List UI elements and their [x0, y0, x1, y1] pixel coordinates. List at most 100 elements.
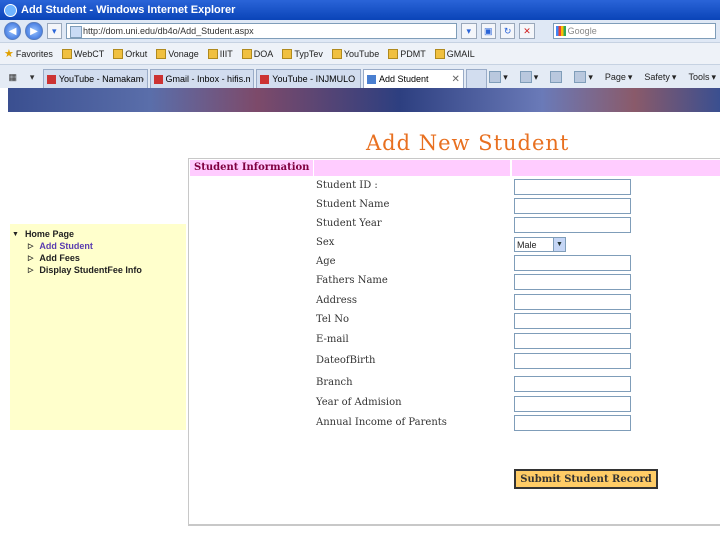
favorite-label: PDMT [400, 48, 426, 59]
tab-label: Add Student [379, 74, 429, 84]
fathers-name-input[interactable] [514, 274, 631, 290]
section-header: Student Information [190, 160, 720, 176]
label-student-year: Student Year [316, 218, 382, 229]
tab-label: YouTube - Namakame ... [58, 74, 144, 84]
tools-menu-label: Tools [688, 72, 710, 82]
home-icon [489, 71, 502, 83]
url-dropdown-icon[interactable]: ▾ [461, 23, 477, 39]
submit-student-record-button[interactable]: Submit Student Record [514, 469, 658, 489]
sidebar-item-add-fees[interactable]: ▷ Add Fees [12, 252, 184, 264]
address-input[interactable] [514, 294, 631, 310]
sidebar-item-label: Home Page [24, 229, 74, 239]
browser-tab-active[interactable]: Add Student ✕ [363, 69, 464, 88]
tab-bar: ▦ ▾ YouTube - Namakame ... Gmail - Inbox… [0, 64, 720, 88]
gmail-icon [153, 74, 163, 84]
favorite-link[interactable]: DOA [241, 48, 274, 59]
mail-button[interactable] [550, 71, 563, 83]
page-title: Add New Student [366, 131, 570, 155]
label-sex: Sex [316, 237, 335, 248]
page-icon [367, 74, 377, 84]
tab-label: Gmail - Inbox - hifis.m... [165, 74, 251, 84]
search-input[interactable]: Google [552, 23, 716, 39]
label-year-of-admission: Year of Admision [316, 397, 402, 408]
age-input[interactable] [514, 255, 631, 271]
favorite-link[interactable]: GMAIL [434, 48, 475, 59]
address-toolbar: ◀ ▶ ▾ http://dom.uni.edu/db4o/Add_Studen… [0, 20, 720, 42]
branch-input[interactable] [514, 376, 631, 392]
quick-tabs-icon[interactable]: ▦ [4, 68, 21, 86]
bookmark-icon [61, 48, 72, 59]
favorite-link[interactable]: YouTube [331, 48, 379, 59]
label-branch: Branch [316, 377, 353, 388]
star-icon: ★ [4, 47, 14, 60]
student-id-input[interactable] [514, 179, 631, 195]
sidebar-item-label: Add Fees [39, 253, 80, 263]
back-icon[interactable]: ◀ [4, 22, 22, 40]
label-address: Address [316, 295, 357, 306]
bullet-arrow-icon: ▷ [28, 243, 34, 250]
new-tab-button[interactable] [465, 69, 488, 88]
favorite-label: DOA [253, 48, 274, 59]
ie-logo-icon [4, 3, 17, 17]
tools-menu[interactable]: Tools ▾ [688, 72, 716, 83]
favorites-label: Favorites [15, 48, 53, 59]
page-menu[interactable]: Page ▾ [605, 72, 633, 83]
recent-pages-dropdown-icon[interactable]: ▾ [46, 23, 63, 39]
favorite-link[interactable]: Vonage [156, 48, 199, 59]
bookmark-icon [113, 48, 124, 59]
label-age: Age [316, 256, 336, 267]
student-year-input[interactable] [514, 217, 631, 233]
tel-no-input[interactable] [514, 313, 631, 329]
forward-icon[interactable]: ▶ [25, 22, 43, 40]
favorite-link[interactable]: Orkut [113, 48, 147, 59]
chevron-down-icon[interactable]: ▼ [553, 238, 565, 251]
mail-icon [550, 71, 563, 83]
sidebar-menu: ▼ Home Page ▷ Add Student ▷ Add Fees ▷ D… [10, 224, 186, 430]
feeds-button[interactable]: ▾ [519, 71, 538, 83]
favorites-button[interactable]: ★ Favorites [4, 47, 53, 60]
favorite-label: WebCT [73, 48, 105, 59]
label-student-name: Student Name [316, 199, 390, 210]
student-form-panel: Student Information Student ID : Student… [188, 158, 720, 526]
favorites-bar: ★ Favorites WebCT Orkut Vonage IIIT DOA … [0, 42, 720, 64]
email-input[interactable] [514, 333, 631, 349]
stop-icon[interactable]: ✕ [519, 23, 535, 39]
sidebar-item-display-fee-info[interactable]: ▷ Display StudentFee Info [12, 264, 184, 276]
year-of-admission-input[interactable] [514, 396, 631, 412]
sidebar-item-add-student[interactable]: ▷ Add Student [12, 240, 184, 252]
favorite-link[interactable]: PDMT [388, 48, 426, 59]
safety-menu-label: Safety [644, 72, 670, 82]
sidebar-item-home[interactable]: ▼ Home Page [12, 228, 184, 240]
tab-list-dropdown-icon[interactable]: ▾ [23, 68, 40, 86]
favorite-link[interactable]: IIIT [207, 48, 233, 59]
browser-tab[interactable]: Gmail - Inbox - hifis.m... [149, 69, 255, 88]
sex-selected-value: Male [517, 239, 537, 250]
home-button[interactable]: ▾ [489, 71, 508, 83]
bookmark-icon [388, 48, 399, 59]
sidebar-item-label: Display StudentFee Info [39, 265, 142, 275]
label-date-of-birth: DateofBirth [316, 355, 376, 366]
sex-select[interactable]: Male ▼ [514, 237, 566, 252]
page-menu-label: Page [604, 72, 626, 82]
section-title: Student Information [190, 160, 314, 176]
label-tel-no: Tel No [316, 314, 349, 325]
favorite-link[interactable]: WebCT [61, 48, 105, 59]
label-email: E-mail [316, 334, 349, 345]
close-tab-icon[interactable]: ✕ [452, 74, 460, 85]
browser-tab[interactable]: YouTube - INJMULO H... [256, 69, 362, 88]
favorite-link[interactable]: TypTev [282, 48, 323, 59]
annual-income-input[interactable] [514, 415, 631, 431]
compatibility-icon[interactable]: ▣ [480, 23, 496, 39]
url-field[interactable]: http://dom.uni.edu/db4o/Add_Student.aspx [66, 23, 458, 39]
print-button[interactable]: ▾ [574, 71, 593, 83]
tab-label: YouTube - INJMULO H... [272, 74, 357, 84]
safety-menu[interactable]: Safety ▾ [644, 72, 676, 83]
refresh-icon[interactable]: ↻ [499, 23, 516, 39]
student-name-input[interactable] [514, 198, 631, 214]
sidebar-item-label: Add Student [39, 241, 93, 251]
date-of-birth-input[interactable] [514, 353, 631, 369]
label-annual-income: Annual Income of Parents [316, 417, 447, 428]
window-title: Add Student - Windows Internet Explorer [21, 4, 236, 16]
browser-tab[interactable]: YouTube - Namakame ... [42, 69, 148, 88]
page-content: Add New Student ▼ Home Page ▷ Add Studen… [0, 88, 720, 540]
